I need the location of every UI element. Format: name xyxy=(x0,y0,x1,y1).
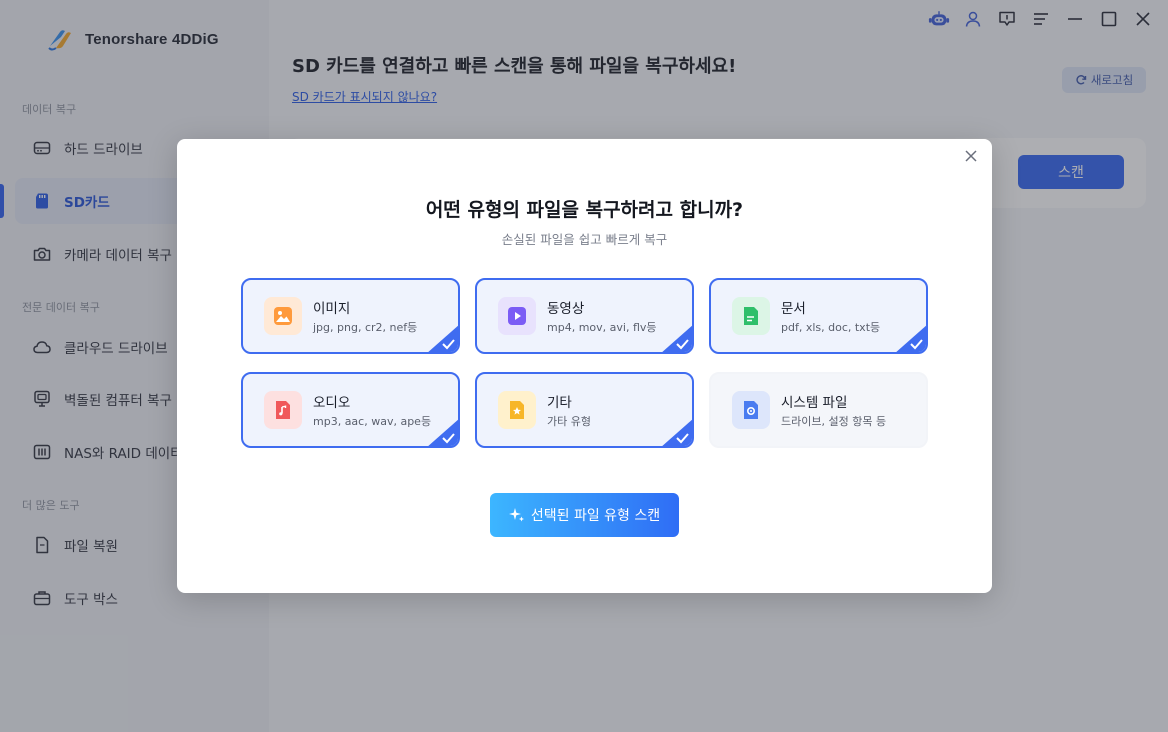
file-type-extensions: mp4, mov, avi, flv등 xyxy=(547,321,657,334)
file-type-name: 오디오 xyxy=(313,395,351,411)
file-type-dialog: 어떤 유형의 파일을 복구하려고 합니까? 손실된 파일을 쉽고 빠르게 복구 … xyxy=(177,139,992,593)
file-type-extensions: mp3, aac, wav, ape등 xyxy=(313,415,432,428)
dialog-subtitle: 손실된 파일을 쉽고 빠르게 복구 xyxy=(501,232,668,247)
checkmark-icon xyxy=(896,325,926,352)
file-type-document[interactable]: 문서 pdf, xls, doc, txt등 xyxy=(709,278,928,354)
checkmark-icon xyxy=(428,325,458,352)
file-type-video[interactable]: 동영상 mp4, mov, avi, flv등 xyxy=(475,278,694,354)
checkmark-icon xyxy=(662,419,692,446)
close-icon xyxy=(965,150,977,162)
file-type-extensions: pdf, xls, doc, txt등 xyxy=(781,321,881,334)
file-type-image[interactable]: 이미지 jpg, png, cr2, nef등 xyxy=(241,278,460,354)
file-type-extensions: 가타 유형 xyxy=(547,415,591,428)
dialog-title: 어떤 유형의 파일을 복구하려고 합니까? xyxy=(425,199,744,221)
other-icon xyxy=(498,391,536,429)
file-type-name: 기타 xyxy=(547,395,572,411)
file-type-name: 동영상 xyxy=(547,301,585,317)
checkmark-icon xyxy=(428,419,458,446)
file-type-name: 이미지 xyxy=(313,301,351,317)
scan-selected-label: 선택된 파일 유형 스캔 xyxy=(530,508,661,524)
file-type-name: 시스템 파일 xyxy=(781,395,848,411)
sparkle-icon xyxy=(508,508,524,522)
file-type-system-file[interactable]: 시스템 파일 드라이브, 설정 항목 등 xyxy=(709,372,928,448)
audio-icon xyxy=(264,391,302,429)
document-icon xyxy=(732,297,770,335)
file-type-other[interactable]: 기타 가타 유형 xyxy=(475,372,694,448)
system-file-icon xyxy=(732,391,770,429)
file-type-extensions: jpg, png, cr2, nef등 xyxy=(313,321,418,334)
image-icon xyxy=(264,297,302,335)
file-type-name: 문서 xyxy=(781,301,806,317)
dialog-close-button[interactable] xyxy=(960,145,982,167)
video-icon xyxy=(498,297,536,335)
scan-selected-types-button[interactable]: 선택된 파일 유형 스캔 xyxy=(490,493,679,537)
file-type-audio[interactable]: 오디오 mp3, aac, wav, ape등 xyxy=(241,372,460,448)
checkmark-icon xyxy=(662,325,692,352)
file-type-extensions: 드라이브, 설정 항목 등 xyxy=(781,415,887,428)
